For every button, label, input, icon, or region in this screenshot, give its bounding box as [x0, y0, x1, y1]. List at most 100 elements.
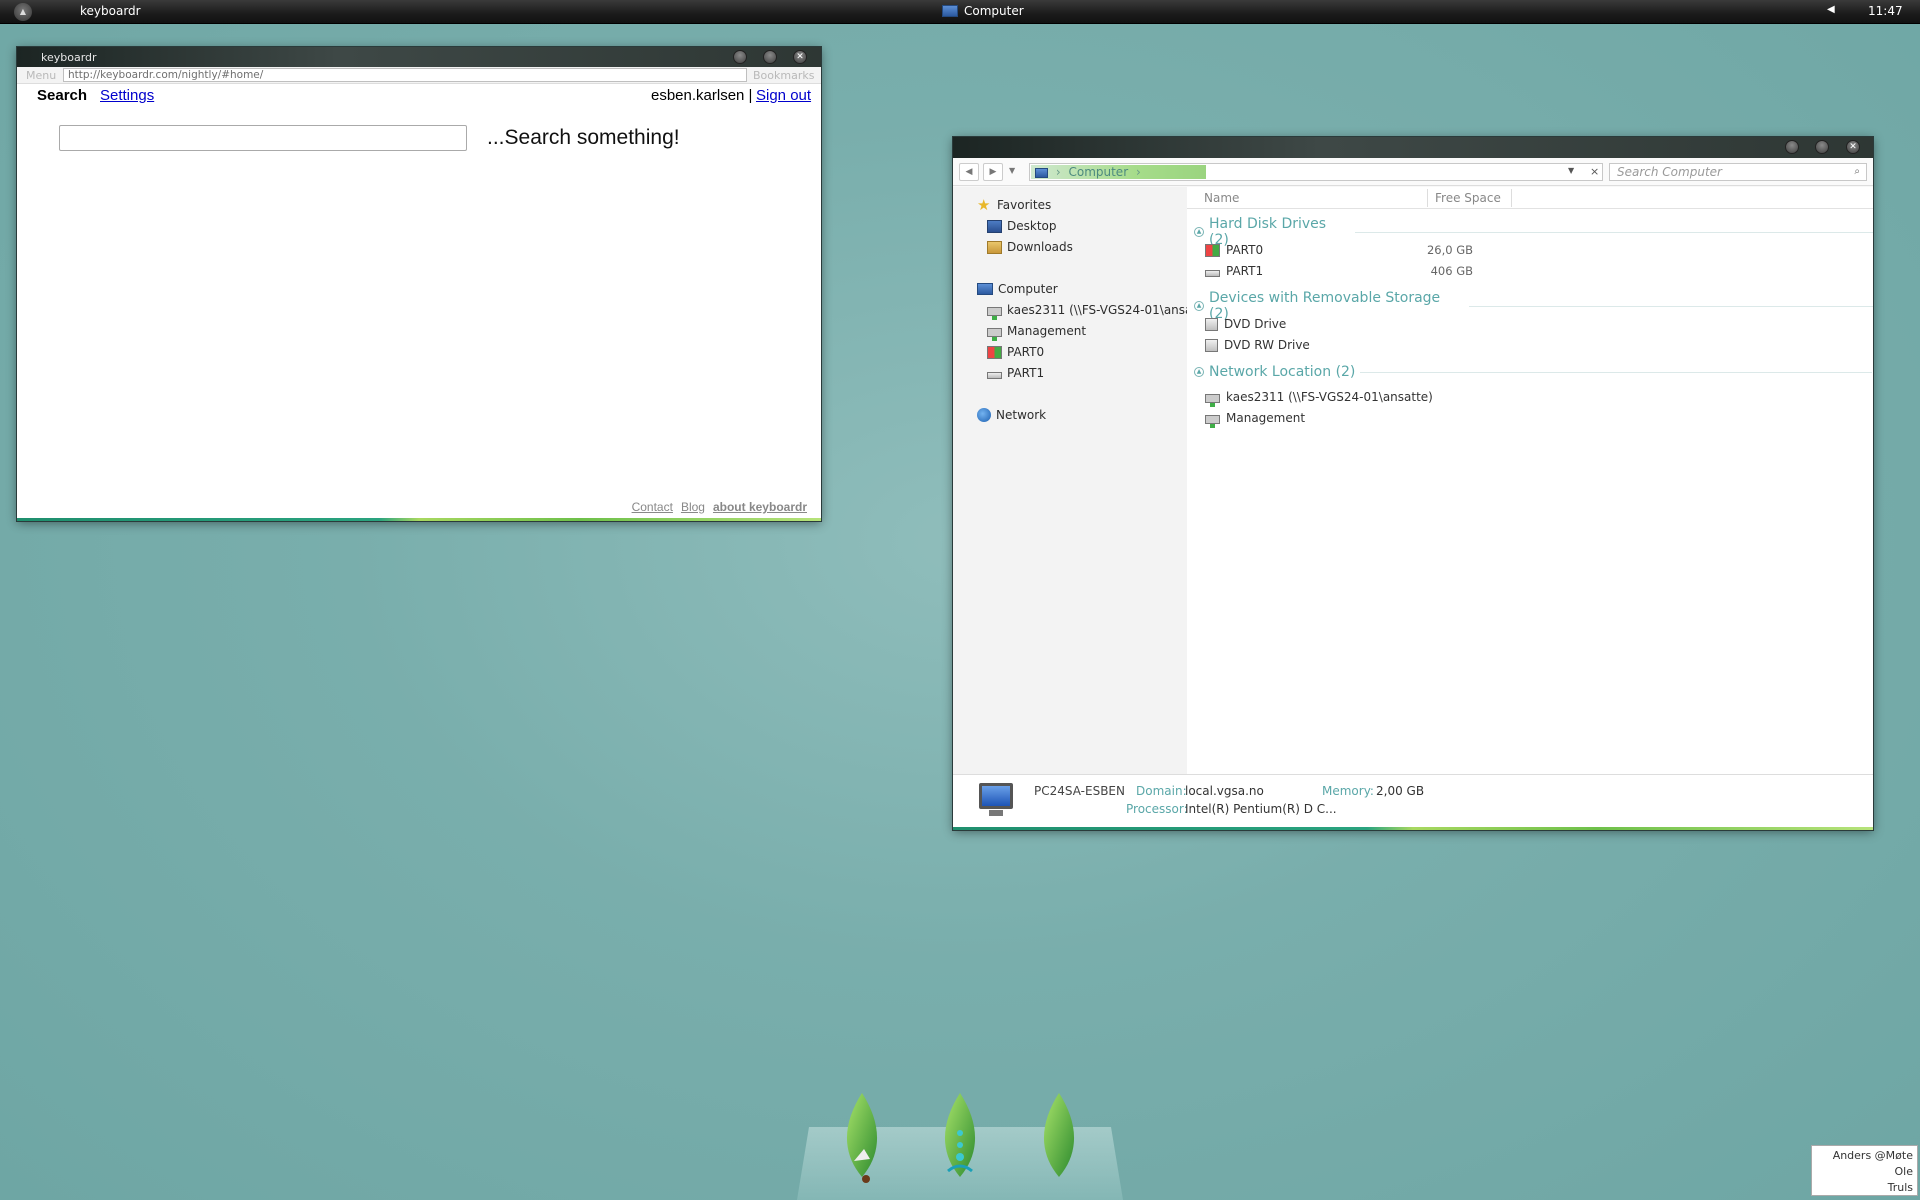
group-removable-storage[interactable]: ▲ Devices with Removable Storage (2) — [1194, 290, 1873, 322]
blog-link[interactable]: Blog — [681, 500, 705, 514]
collapse-icon[interactable]: ▲ — [1194, 367, 1204, 377]
item-free-space: 406 GB — [1430, 264, 1473, 278]
memory-label: Memory: — [1322, 784, 1374, 798]
collapse-icon[interactable]: ▲ — [1194, 301, 1204, 311]
list-item[interactable]: Management — [1205, 411, 1305, 428]
browser-menu-button[interactable]: Menu — [26, 69, 56, 82]
nav-part1[interactable]: PART1 — [987, 366, 1044, 380]
desktop-icon — [987, 219, 1002, 233]
star-icon — [977, 196, 992, 214]
minimize-button[interactable] — [1785, 140, 1799, 154]
notification-popup[interactable]: Anders @Møte Ole Truls — [1811, 1145, 1918, 1196]
search-input[interactable] — [59, 125, 467, 151]
group-network-location[interactable]: ▲ Network Location (2) — [1194, 364, 1873, 380]
site-nav: Search Settings esben.karlsen | Sign out — [17, 84, 821, 108]
nav-part0[interactable]: PART0 — [987, 345, 1044, 359]
item-name: PART0 — [1226, 243, 1264, 257]
url-input[interactable]: http://keyboardr.com/nightly/#home/ — [63, 68, 747, 82]
explorer-titlebar[interactable]: ✕ — [953, 137, 1873, 158]
collapse-icon[interactable]: ▲ — [1194, 227, 1204, 237]
breadcrumb-separator-icon: › — [1055, 165, 1061, 179]
list-item[interactable]: DVD RW Drive — [1205, 338, 1310, 352]
nav-computer[interactable]: Computer — [959, 279, 1191, 297]
windows-drive-icon — [1205, 243, 1220, 257]
nav-item-label: kaes2311 (\\FS-VGS24-01\ansatte) — [1007, 303, 1214, 317]
browser-titlebar[interactable]: keyboardr ✕ — [17, 47, 821, 67]
address-bar[interactable]: › Computer › ▼ × — [1029, 163, 1603, 181]
maximize-button[interactable] — [1815, 140, 1829, 154]
list-item[interactable]: DVD Drive — [1205, 317, 1286, 331]
window-accent-strip — [953, 827, 1873, 830]
taskbar-computer-label: Computer — [964, 4, 1024, 18]
content-pane: Name Free Space ▲ Hard Disk Drives (2) P… — [1187, 187, 1873, 774]
item-name: PART1 — [1226, 264, 1264, 278]
dock-launcher-leaf-icon[interactable] — [840, 1091, 884, 1185]
dock-files-leaf-icon[interactable] — [938, 1091, 982, 1185]
contact-link[interactable]: Contact — [632, 500, 673, 514]
dock — [797, 1093, 1123, 1200]
close-button[interactable]: ✕ — [1846, 140, 1860, 154]
nav-network-drive-management[interactable]: Management — [987, 324, 1087, 341]
nav-network[interactable]: Network — [977, 408, 1046, 422]
processor-label: Processor: — [1126, 802, 1188, 816]
clock[interactable]: 11:47 — [1868, 4, 1903, 18]
minimize-button[interactable] — [733, 50, 747, 64]
group-hard-disk-drives[interactable]: ▲ Hard Disk Drives (2) — [1194, 216, 1873, 248]
column-name[interactable]: Name — [1204, 191, 1239, 205]
tray-arrow-icon[interactable]: ◀ — [1827, 4, 1835, 15]
dvd-drive-icon — [1205, 317, 1218, 331]
address-dropdown-icon[interactable]: ▼ — [1568, 166, 1574, 175]
navigation-pane: Favorites Desktop Downloads Computer kae… — [953, 187, 1214, 774]
group-title: Network Location (2) — [1209, 364, 1356, 380]
close-button[interactable]: ✕ — [793, 50, 807, 64]
item-free-space: 26,0 GB — [1426, 243, 1473, 257]
eject-icon: ▲ — [19, 7, 27, 16]
nav-network-drive-kaes2311[interactable]: kaes2311 (\\FS-VGS24-01\ansatte) — [987, 303, 1214, 320]
nav-favorites-label: Favorites — [997, 198, 1052, 212]
network-drive-icon — [987, 328, 1002, 341]
item-name: DVD RW Drive — [1224, 338, 1310, 352]
computer-icon — [977, 283, 993, 295]
list-item[interactable]: PART0 26,0 GB — [1205, 243, 1473, 257]
nav-item-label: Management — [1007, 324, 1087, 338]
sign-out-link[interactable]: Sign out — [756, 87, 811, 104]
item-name: kaes2311 (\\FS-VGS24-01\ansatte) — [1226, 390, 1433, 404]
browser-urlbar-row: Menu http://keyboardr.com/nightly/#home/… — [17, 67, 821, 84]
taskbar-computer-item[interactable]: Computer — [942, 4, 1024, 18]
nav-desktop[interactable]: Desktop — [987, 219, 1057, 233]
dock-app-leaf-icon[interactable] — [1037, 1091, 1081, 1185]
settings-link[interactable]: Settings — [100, 87, 154, 104]
group-rule — [1469, 305, 1873, 307]
list-item[interactable]: PART1 406 GB — [1205, 264, 1473, 278]
search-tab[interactable]: Search — [37, 87, 87, 104]
column-divider[interactable] — [1427, 189, 1428, 207]
close-icon: ✕ — [796, 52, 804, 62]
forward-button[interactable]: ▶ — [983, 163, 1003, 181]
network-drive-icon — [1205, 394, 1220, 407]
nav-desktop-label: Desktop — [1007, 219, 1057, 233]
domain-label: Domain: — [1136, 784, 1187, 798]
nav-downloads[interactable]: Downloads — [987, 240, 1073, 254]
network-drive-icon — [1205, 415, 1220, 428]
about-link[interactable]: about keyboardr — [713, 500, 807, 514]
column-free-space[interactable]: Free Space — [1435, 191, 1501, 205]
history-dropdown-icon[interactable]: ▼ — [1009, 166, 1015, 175]
back-button[interactable]: ◀ — [959, 163, 979, 181]
bookmarks-button[interactable]: Bookmarks — [753, 69, 814, 82]
breadcrumb-separator-icon[interactable]: › — [1136, 165, 1141, 179]
maximize-button[interactable] — [763, 50, 777, 64]
pc-name: PC24SA-ESBEN — [1034, 784, 1125, 798]
drive-icon — [1205, 270, 1220, 277]
breadcrumb-computer[interactable]: Computer — [1068, 165, 1128, 179]
domain-value: local.vgsa.no — [1185, 784, 1264, 798]
nav-item-label: PART1 — [1007, 366, 1045, 380]
search-icon[interactable]: ⌕ — [1854, 164, 1860, 180]
clear-address-icon[interactable]: × — [1590, 165, 1599, 178]
downloads-icon — [987, 240, 1002, 254]
nav-favorites[interactable]: Favorites — [977, 196, 1052, 214]
search-placeholder: Search Computer — [1617, 165, 1722, 179]
list-item[interactable]: kaes2311 (\\FS-VGS24-01\ansatte) — [1205, 390, 1433, 407]
column-divider[interactable] — [1511, 189, 1512, 207]
search-field[interactable]: Search Computer ⌕ — [1609, 163, 1867, 181]
main-menu-button[interactable]: ▲ — [14, 3, 32, 21]
